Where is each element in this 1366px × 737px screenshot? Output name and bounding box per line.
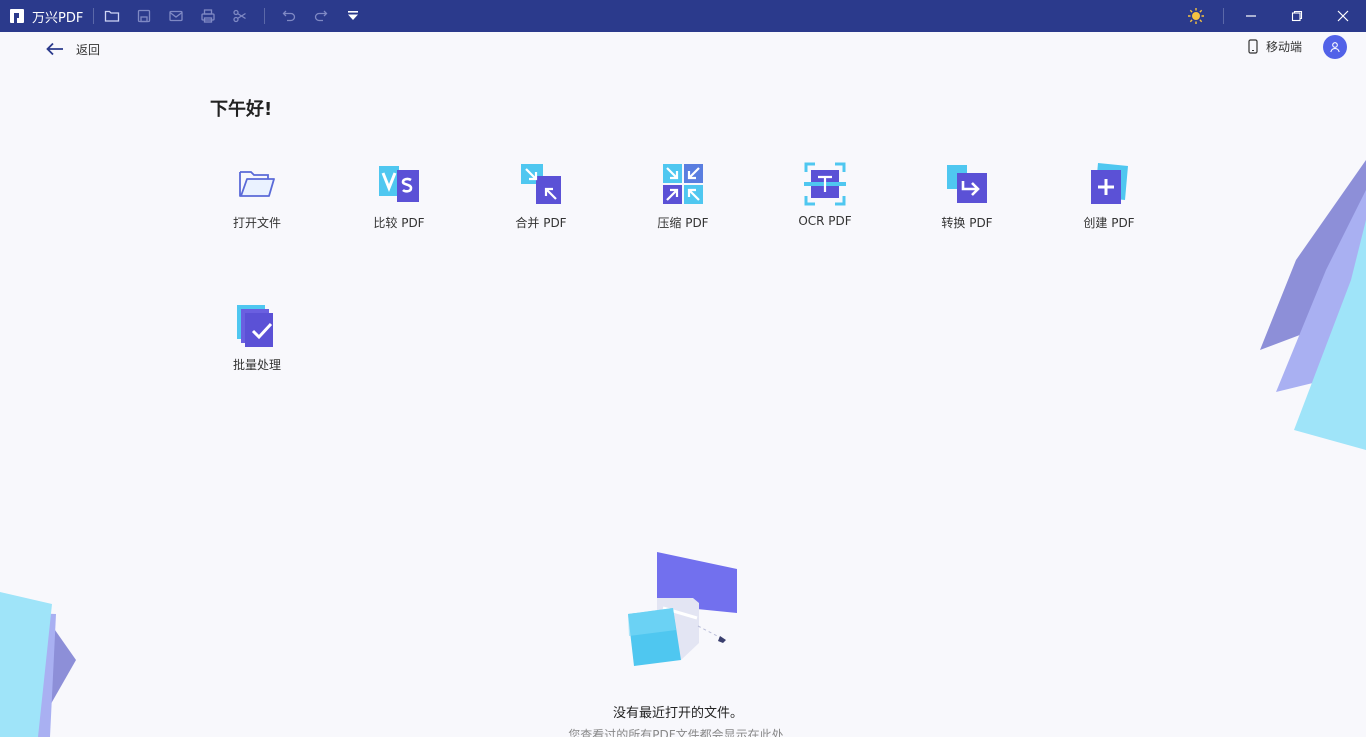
convert-pdf-icon [945, 162, 989, 206]
merge-pdf-icon [519, 162, 563, 206]
tool-batch-process[interactable]: 批量处理 [202, 304, 312, 373]
decorative-papers-left [0, 592, 76, 737]
mail-icon[interactable] [160, 0, 192, 32]
tool-label: OCR PDF [798, 214, 852, 228]
batch-process-icon [235, 304, 279, 348]
close-icon[interactable] [1320, 0, 1366, 32]
tool-label: 比较 PDF [373, 216, 425, 230]
print-icon[interactable] [192, 0, 224, 32]
mobile-label: 移动端 [1266, 40, 1303, 54]
open-folder-icon[interactable] [96, 0, 128, 32]
arrow-left-icon [46, 42, 63, 56]
tool-convert-pdf[interactable]: 转换 PDF [912, 162, 1022, 231]
app-logo-icon [10, 9, 24, 23]
user-avatar[interactable] [1323, 35, 1347, 59]
back-button[interactable]: 返回 [46, 38, 100, 60]
tool-compare-pdf[interactable]: 比较 PDF [344, 162, 454, 231]
dropdown-icon[interactable] [337, 0, 369, 32]
tool-create-pdf[interactable]: 创建 PDF [1054, 162, 1164, 231]
open-file-icon [235, 162, 279, 206]
create-pdf-icon [1087, 162, 1131, 206]
tool-label: 合并 PDF [515, 216, 567, 230]
tool-label: 压缩 PDF [657, 216, 709, 230]
decorative-papers-right [1260, 160, 1366, 450]
greeting-title: 下午好! [210, 99, 273, 120]
divider [1223, 8, 1224, 24]
divider [264, 8, 266, 24]
save-icon[interactable] [128, 0, 160, 32]
tool-label: 批量处理 [232, 358, 281, 372]
theme-sun-icon[interactable] [1173, 0, 1219, 32]
divider [93, 8, 95, 24]
empty-state-title: 没有最近打开的文件。 [612, 706, 743, 721]
mobile-button[interactable]: 移动端 [1248, 38, 1302, 55]
compare-pdf-icon [377, 162, 421, 206]
title-bar: 万兴PDF [0, 0, 1366, 32]
maximize-icon[interactable] [1274, 0, 1320, 32]
ocr-pdf-icon [803, 162, 847, 206]
user-icon [1330, 42, 1340, 53]
tool-label: 打开文件 [232, 216, 281, 230]
phone-icon [1248, 39, 1258, 54]
empty-folder-illustration [628, 552, 737, 666]
tool-ocr-pdf[interactable]: OCR PDF [770, 162, 880, 228]
empty-state-subtitle: 您查看过的所有PDF文件都会显示在此处 [568, 728, 784, 737]
tool-open-file[interactable]: 打开文件 [202, 162, 312, 231]
minimize-icon[interactable] [1228, 0, 1274, 32]
tool-merge-pdf[interactable]: 合并 PDF [486, 162, 596, 231]
tool-label: 创建 PDF [1083, 216, 1135, 230]
app-title: 万兴PDF [32, 10, 84, 26]
undo-icon[interactable] [273, 0, 305, 32]
redo-icon[interactable] [305, 0, 337, 32]
back-label: 返回 [76, 42, 101, 57]
scissors-icon[interactable] [224, 0, 256, 32]
tool-compress-pdf[interactable]: 压缩 PDF [628, 162, 738, 231]
compress-pdf-icon [661, 162, 705, 206]
tool-label: 转换 PDF [941, 216, 993, 230]
